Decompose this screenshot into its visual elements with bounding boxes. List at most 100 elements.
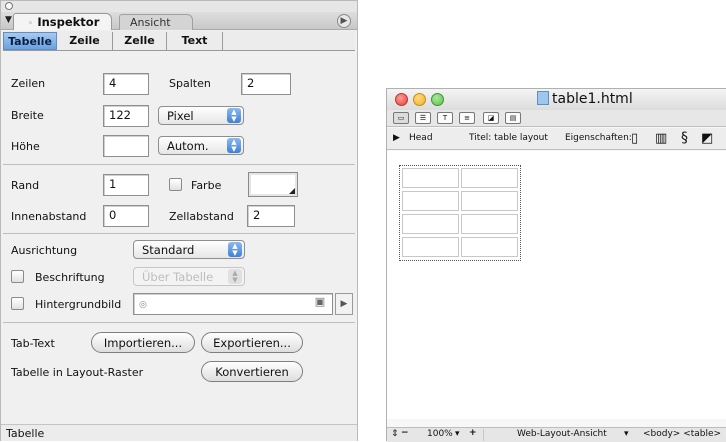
subtab-zelle[interactable]: Zelle — [113, 32, 167, 50]
point-to-file-icon[interactable]: ▶ — [335, 293, 353, 315]
updown-arrows-icon: ▲ ▼ — [227, 138, 241, 153]
subtab-zeile[interactable]: Zeile — [57, 32, 113, 50]
zoom-window-button[interactable] — [431, 93, 444, 106]
source-view-icon[interactable]: T — [437, 112, 453, 124]
zoom-out-icon[interactable]: − — [401, 428, 409, 438]
tab-ansicht[interactable]: Ansicht — [119, 14, 193, 30]
layout-view-icon[interactable]: ▭ — [393, 112, 409, 124]
updown-arrows-icon: ▲ ▼ — [227, 108, 241, 123]
layout-icon[interactable]: ◩ — [701, 131, 713, 146]
subtab-text[interactable]: Text — [167, 32, 223, 50]
height-unit-select[interactable]: Autom. ▲ ▼ — [158, 136, 244, 155]
dropdown-corner-icon — [289, 188, 295, 194]
bgimage-path-field[interactable]: ◎ — [133, 293, 333, 315]
document-status-bar: ⇕ − 100% ▾ + Web-Layout-Ansicht ▾ <body>… — [387, 427, 726, 442]
zoom-level[interactable]: 100% — [427, 429, 453, 439]
table-cell[interactable] — [402, 168, 459, 188]
document-window: table1.html ▭ ☰ T ≡ ◪ ▤ ▶ Head Titel: ta… — [386, 88, 726, 442]
updown-arrows-icon: ▲ ▼ — [228, 242, 242, 257]
border-field[interactable]: 1 — [103, 174, 149, 196]
import-button[interactable]: Importieren... — [91, 332, 195, 353]
rows-label: Zeilen — [11, 77, 46, 90]
table-cell[interactable] — [461, 237, 518, 257]
padding-field[interactable]: 0 — [103, 205, 149, 227]
width-unit-select[interactable]: Pixel ▲ ▼ — [158, 106, 244, 125]
width-field[interactable]: 122 — [103, 105, 149, 127]
inspector-panel: ▼ ◦ Inspektor Ansicht ▶ Tabelle Zeile Zel… — [0, 0, 358, 441]
close-window-button[interactable] — [395, 93, 408, 106]
document-title: table1.html — [537, 91, 633, 107]
inspector-titlebar — [1, 1, 357, 12]
bgimage-label: Hintergrundbild — [35, 298, 122, 311]
zoom-stepper-icon[interactable]: ⇕ — [391, 429, 399, 439]
align-label: Ausrichtung — [11, 244, 78, 257]
film-icon[interactable]: ▥ — [655, 131, 667, 146]
table-cell[interactable] — [461, 191, 518, 211]
border-label: Rand — [11, 179, 40, 192]
page-properties-bar: ▶ Head Titel: table layout Eigenschaften… — [387, 128, 726, 150]
table-cell[interactable] — [461, 168, 518, 188]
page-title-field[interactable]: Titel: table layout — [469, 133, 548, 143]
export-button[interactable]: Exportieren... — [201, 332, 303, 353]
browse-folder-icon[interactable]: ▣ — [310, 295, 330, 313]
collapse-triangle-icon[interactable]: ▼ — [5, 15, 12, 25]
head-label: Head — [409, 133, 433, 143]
bgimage-checkbox[interactable] — [11, 297, 24, 310]
close-icon[interactable] — [5, 2, 13, 10]
padding-label: Innenabstand — [11, 210, 87, 223]
properties-label: Eigenschaften: — [565, 133, 632, 143]
view-toolbar: ▭ ☰ T ≡ ◪ ▤ — [387, 110, 726, 127]
cols-label: Spalten — [169, 77, 211, 90]
preview-view-icon[interactable]: ◪ — [483, 112, 499, 124]
outline-view-icon[interactable]: ≡ — [459, 112, 475, 124]
spacing-label: Zellabstand — [169, 210, 234, 223]
layout-canvas[interactable] — [387, 151, 726, 419]
html-file-icon — [537, 91, 549, 105]
spacing-field[interactable]: 2 — [247, 205, 295, 227]
convert-button[interactable]: Konvertieren — [201, 361, 303, 382]
updown-arrows-icon: ▲ ▼ — [228, 269, 242, 284]
subtab-tabelle[interactable]: Tabelle — [3, 32, 57, 50]
caption-checkbox[interactable] — [11, 270, 24, 283]
divider — [3, 164, 355, 165]
table-cell[interactable] — [402, 214, 459, 234]
tab-inspektor[interactable]: ◦ Inspektor — [13, 13, 112, 30]
document-titlebar: table1.html — [387, 89, 726, 110]
tabtext-label: Tab-Text — [11, 337, 55, 350]
align-select[interactable]: Standard ▲ ▼ — [133, 240, 245, 259]
inspector-status: Tabelle — [1, 424, 357, 441]
view-mode-menu-icon[interactable]: ▾ — [624, 429, 629, 439]
palette-menu-icon[interactable]: ▶ — [337, 14, 351, 28]
width-label: Breite — [11, 109, 44, 122]
caption-label: Beschriftung — [35, 271, 105, 284]
divider — [3, 322, 355, 323]
link-target-icon: ◎ — [139, 300, 147, 310]
minimize-window-button[interactable] — [413, 93, 426, 106]
color-well[interactable] — [248, 172, 298, 197]
table-cell[interactable] — [402, 237, 459, 257]
view-mode-select[interactable]: Web-Layout-Ansicht — [517, 429, 607, 439]
grip-icon: ◦ — [28, 19, 34, 29]
tag-path[interactable]: <body> <table> — [643, 429, 721, 439]
table-cell[interactable] — [461, 214, 518, 234]
color-checkbox[interactable] — [169, 178, 182, 191]
color-label: Farbe — [191, 179, 222, 192]
caption-position-select[interactable]: Über Tabelle ▲ ▼ — [133, 267, 245, 286]
layout-grid-label: Tabelle in Layout-Raster — [11, 366, 144, 379]
cols-field[interactable]: 2 — [241, 73, 291, 95]
zoom-in-icon[interactable]: + — [469, 428, 477, 438]
link-icon[interactable]: § — [681, 130, 688, 146]
pdf-view-icon[interactable]: ▤ — [505, 112, 521, 124]
height-field[interactable] — [103, 135, 149, 157]
divider — [3, 233, 355, 234]
subtab-bar: Tabelle Zeile Zelle Text — [3, 31, 355, 51]
height-label: Höhe — [11, 140, 40, 153]
zoom-menu-icon[interactable]: ▾ — [455, 429, 460, 439]
table-element[interactable] — [399, 165, 521, 261]
rows-field[interactable]: 4 — [103, 73, 149, 95]
page-icon[interactable]: ▯ — [631, 131, 638, 146]
head-toggle-icon[interactable]: ▶ — [393, 133, 400, 143]
html-view-icon[interactable]: ☰ — [415, 112, 431, 124]
divider — [483, 429, 484, 441]
table-cell[interactable] — [402, 191, 459, 211]
